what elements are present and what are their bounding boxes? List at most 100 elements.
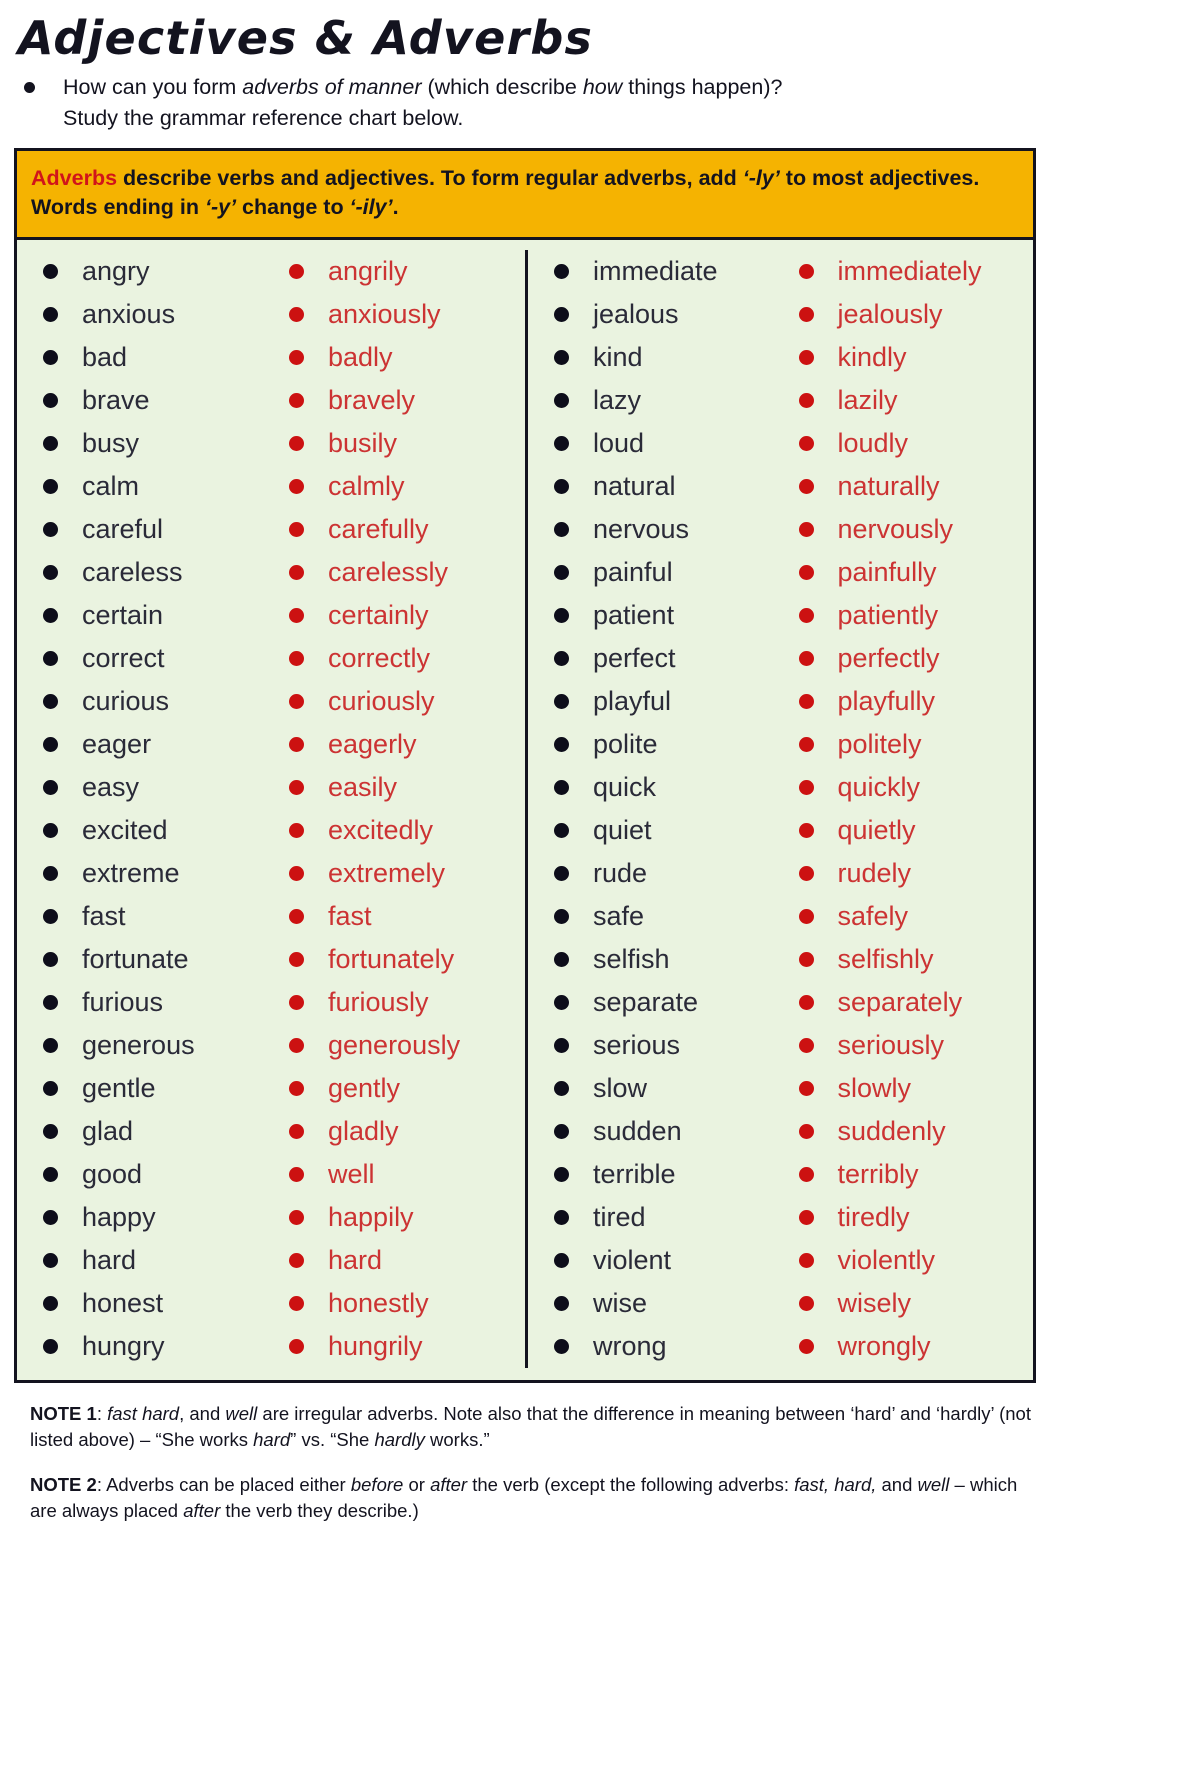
adjective-word: careless xyxy=(82,556,183,587)
adverb-word: jealously xyxy=(837,298,943,329)
red-bullet-icon xyxy=(289,1295,304,1311)
red-bullet-icon xyxy=(798,1338,814,1354)
black-bullet-icon xyxy=(554,1123,569,1139)
adjective-word: happy xyxy=(82,1201,156,1232)
word-row: quiet xyxy=(554,809,781,852)
adverb-word: wrongly xyxy=(837,1330,931,1361)
red-bullet-icon xyxy=(289,1166,304,1182)
black-bullet-icon xyxy=(43,1123,58,1139)
word-row: selfishly xyxy=(798,938,1034,981)
adverb-word: slowly xyxy=(837,1072,912,1103)
black-bullet-icon xyxy=(43,951,58,967)
word-row: fortunate xyxy=(43,938,271,981)
adjective-word: certain xyxy=(82,599,164,630)
bullet-icon xyxy=(24,82,35,94)
adjective-word: honest xyxy=(82,1287,164,1318)
red-bullet-icon xyxy=(289,306,304,322)
red-bullet-icon xyxy=(798,1123,814,1139)
adverb-word: extremely xyxy=(328,857,446,888)
red-bullet-icon xyxy=(289,650,304,666)
word-row: fast xyxy=(289,895,525,938)
red-bullet-icon xyxy=(798,1037,814,1053)
word-row: angrily xyxy=(289,250,525,293)
intro-text-part: things happen)? xyxy=(622,75,783,100)
word-row: wrongly xyxy=(798,1325,1034,1368)
word-row: brave xyxy=(43,379,271,422)
note-1-emphasis-fast-hard: fast hard xyxy=(107,1403,180,1425)
adjective-word: quiet xyxy=(593,814,652,845)
adjective-word: kind xyxy=(593,341,643,372)
rule-keyword-adverbs: Adverbs xyxy=(31,166,118,191)
page-title: Adjectives & Adverbs xyxy=(18,11,594,65)
adjective-column-left: angry anxious bad brave busy calm careful carel… xyxy=(17,250,271,1368)
note-text-part: ” vs. “She xyxy=(290,1429,375,1451)
intro-text-line2: Study the grammar reference chart below. xyxy=(63,106,464,131)
note-2-emphasis-before: before xyxy=(350,1474,404,1496)
red-bullet-icon xyxy=(798,392,814,408)
rule-text-part: change to xyxy=(236,195,350,220)
word-row: nervously xyxy=(798,508,1034,551)
adjective-word: furious xyxy=(82,986,164,1017)
black-bullet-icon xyxy=(554,650,569,666)
word-row: natural xyxy=(554,465,781,508)
word-row: separately xyxy=(798,981,1034,1024)
word-row: perfect xyxy=(554,637,781,680)
red-bullet-icon xyxy=(289,1252,304,1268)
word-row: extreme xyxy=(43,852,271,895)
red-bullet-icon xyxy=(798,564,814,580)
word-row: wisely xyxy=(798,1282,1034,1325)
red-bullet-icon xyxy=(289,779,304,795)
adverb-word: anxiously xyxy=(328,298,441,329)
word-row: seriously xyxy=(798,1024,1034,1067)
adverb-word: furiously xyxy=(328,986,429,1017)
note-1-emphasis-hardly: hardly xyxy=(374,1429,425,1451)
adjective-word: brave xyxy=(82,384,150,415)
black-bullet-icon xyxy=(43,392,58,408)
adjective-word: selfish xyxy=(593,943,670,974)
word-row: tiredly xyxy=(798,1196,1034,1239)
word-row: nervous xyxy=(554,508,781,551)
word-row: fast xyxy=(43,895,271,938)
red-bullet-icon xyxy=(289,607,304,623)
word-row: happy xyxy=(43,1196,271,1239)
adjective-word: natural xyxy=(593,470,676,501)
adverb-word: loudly xyxy=(837,427,909,458)
word-row: carefully xyxy=(289,508,525,551)
word-row: badly xyxy=(289,336,525,379)
rule-text-part: describe verbs and adjectives. To form r… xyxy=(117,166,743,191)
adjective-word: calm xyxy=(82,470,140,501)
adjective-word: angry xyxy=(82,255,150,286)
adverb-word: easily xyxy=(328,771,398,802)
adverb-word: perfectly xyxy=(837,642,940,673)
black-bullet-icon xyxy=(43,564,58,580)
word-row: terrible xyxy=(554,1153,781,1196)
word-row: gladly xyxy=(289,1110,525,1153)
black-bullet-icon xyxy=(43,435,58,451)
note-text-part: : Adverbs can be placed either xyxy=(96,1474,351,1496)
black-bullet-icon xyxy=(43,908,58,924)
adverb-column-right: immediately jealously kindly lazily loudly na… xyxy=(781,250,1034,1368)
rule-emphasis-y: ‘-y’ xyxy=(204,195,237,220)
red-bullet-icon xyxy=(798,693,814,709)
red-bullet-icon xyxy=(289,693,304,709)
word-row: generous xyxy=(43,1024,271,1067)
black-bullet-icon xyxy=(554,994,569,1010)
adverb-word: quietly xyxy=(837,814,916,845)
red-bullet-icon xyxy=(798,521,814,537)
red-bullet-icon xyxy=(798,822,814,838)
adverb-word: rudely xyxy=(837,857,912,888)
word-row: kindly xyxy=(798,336,1034,379)
adverb-word: fortunately xyxy=(328,943,455,974)
adverb-word: selfishly xyxy=(837,943,934,974)
adjective-word: wrong xyxy=(593,1330,667,1361)
black-bullet-icon xyxy=(554,951,569,967)
red-bullet-icon xyxy=(289,1037,304,1053)
word-row: polite xyxy=(554,723,781,766)
red-bullet-icon xyxy=(289,349,304,365)
word-row: jealously xyxy=(798,293,1034,336)
adverb-word: hard xyxy=(328,1244,383,1275)
word-row: extremely xyxy=(289,852,525,895)
black-bullet-icon xyxy=(554,564,569,580)
adverb-word: happily xyxy=(328,1201,414,1232)
intro-emphasis-adverbs-of-manner: adverbs of manner xyxy=(242,75,422,100)
